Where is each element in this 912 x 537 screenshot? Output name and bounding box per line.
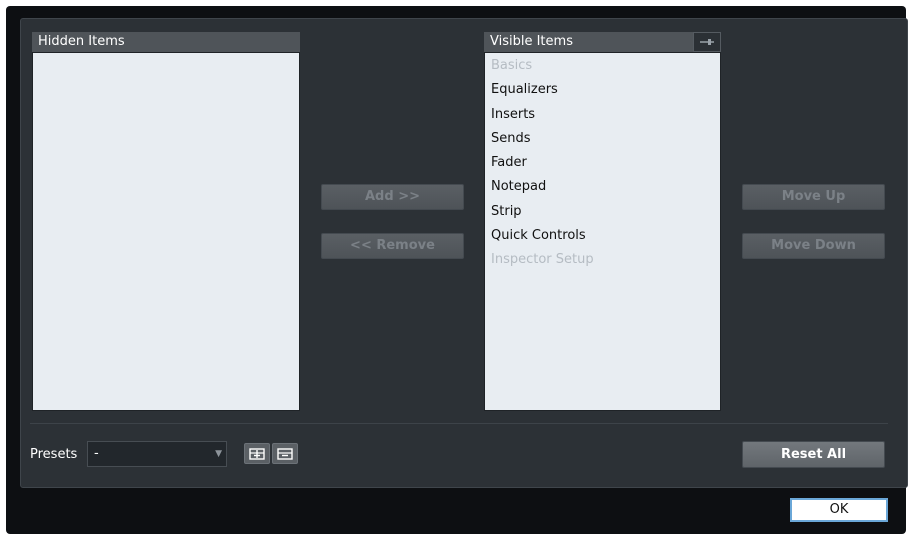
visible-list-item[interactable]: Inspector Setup	[485, 248, 720, 272]
hidden-items-header: Hidden Items	[32, 32, 300, 52]
presets-dropdown[interactable]: - ▼	[87, 441, 227, 467]
remove-button[interactable]: << Remove	[321, 233, 464, 259]
move-down-button[interactable]: Move Down	[742, 233, 885, 259]
visible-list-item[interactable]: Inserts	[485, 103, 720, 127]
save-preset-icon	[249, 447, 265, 460]
hidden-items-list[interactable]	[32, 52, 300, 411]
move-up-button[interactable]: Move Up	[742, 184, 885, 210]
separator	[30, 423, 888, 424]
visible-list-item[interactable]: Sends	[485, 127, 720, 151]
presets-label: Presets	[30, 447, 78, 462]
visible-list-item[interactable]: Equalizers	[485, 78, 720, 102]
delete-preset-icon	[277, 447, 293, 460]
visible-list-item[interactable]: Quick Controls	[485, 224, 720, 248]
pin-icon	[700, 39, 714, 45]
visible-list-item[interactable]: Fader	[485, 151, 720, 175]
pin-button[interactable]	[693, 32, 721, 52]
reset-all-button[interactable]: Reset All	[742, 441, 885, 468]
visible-list-item[interactable]: Notepad	[485, 175, 720, 199]
ok-button[interactable]: OK	[790, 498, 888, 522]
add-button[interactable]: Add >>	[321, 184, 464, 210]
visible-list-item[interactable]: Strip	[485, 200, 720, 224]
save-preset-button[interactable]	[244, 443, 270, 464]
visible-list-item[interactable]: Basics	[485, 54, 720, 78]
visible-items-list[interactable]: Basics Equalizers Inserts Sends Fader Notepad…	[484, 52, 721, 411]
delete-preset-button[interactable]	[272, 443, 298, 464]
presets-value: -	[94, 446, 99, 461]
chevron-down-icon: ▼	[215, 449, 222, 459]
visible-items-header: Visible Items	[484, 32, 693, 52]
